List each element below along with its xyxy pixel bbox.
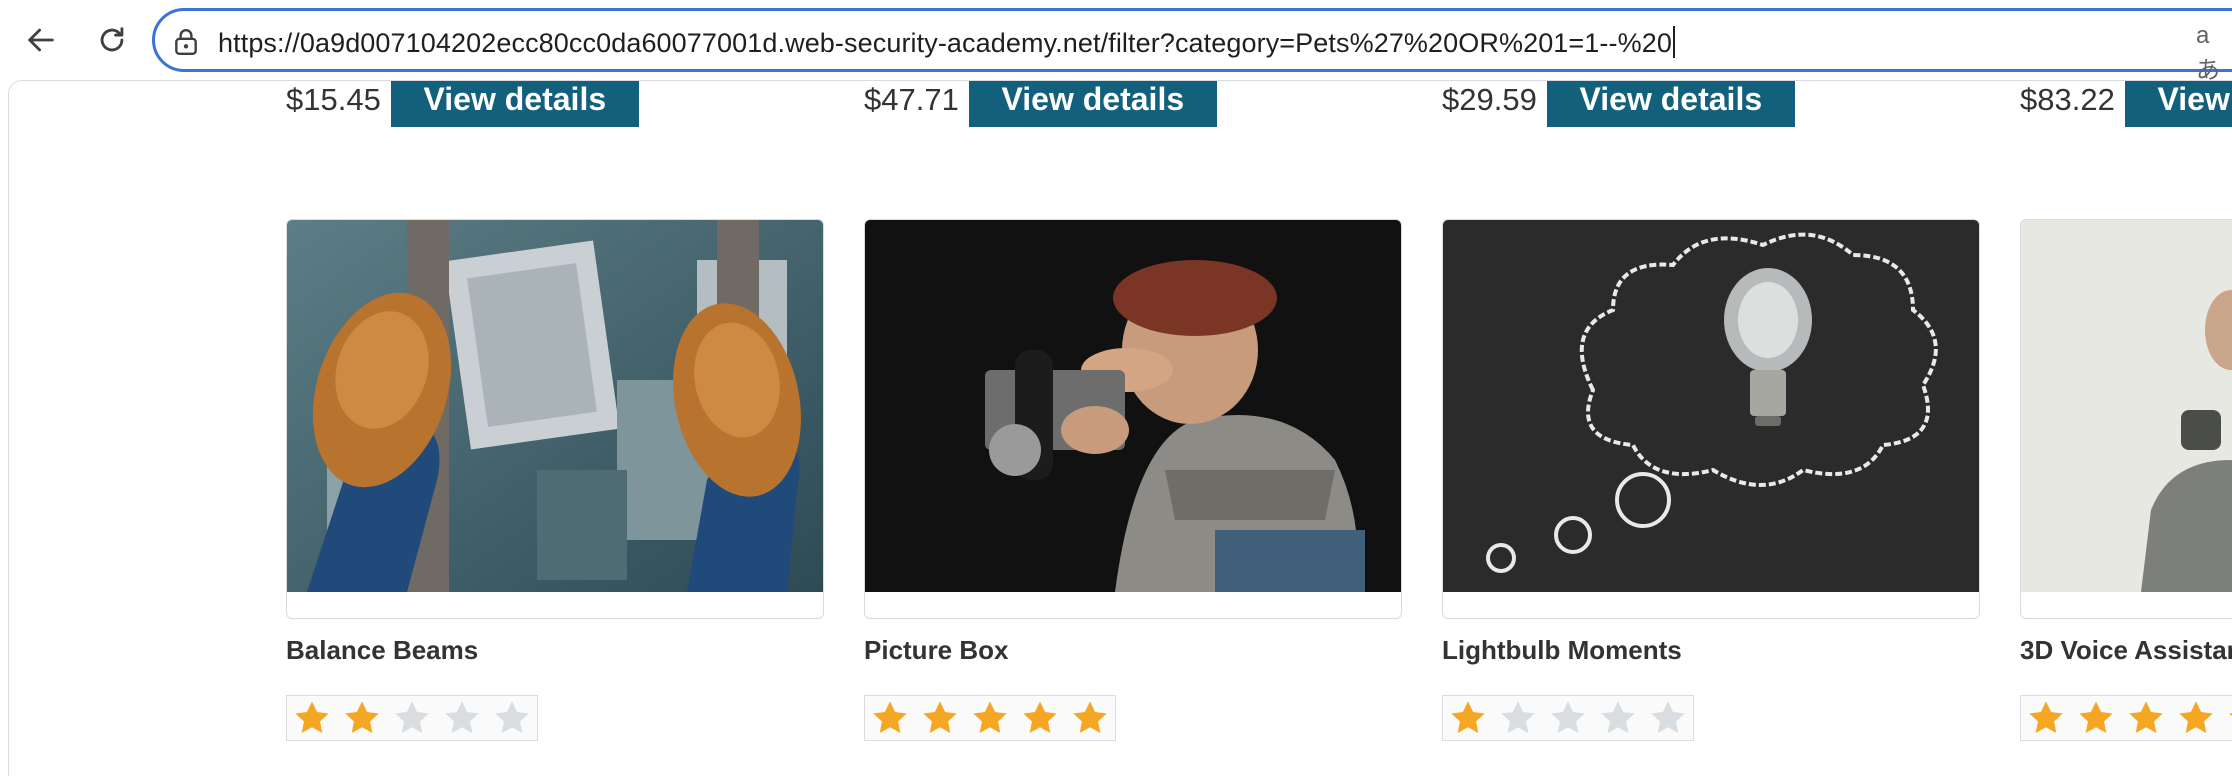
- back-arrow-icon: [28, 28, 54, 52]
- text-caret: [1672, 26, 1675, 58]
- site-info-lock-icon[interactable]: [173, 28, 199, 56]
- star-filled-icon: [341, 697, 383, 739]
- product-image-card[interactable]: [2020, 219, 2232, 619]
- star-filled-icon: [1069, 697, 1111, 739]
- star-empty-icon: [391, 697, 433, 739]
- star-filled-icon: [969, 697, 1011, 739]
- back-button[interactable]: [17, 16, 65, 64]
- product-price: $83.22: [2020, 82, 2115, 117]
- reload-icon: [100, 27, 124, 52]
- star-empty-icon: [491, 697, 533, 739]
- price-row: $83.22 View details: [2020, 81, 2232, 127]
- product-title[interactable]: 3D Voice Assistants: [2020, 635, 2232, 666]
- star-filled-icon: [1447, 697, 1489, 739]
- product-price: $29.59: [1442, 82, 1537, 117]
- star-empty-icon: [441, 697, 483, 739]
- star-rating: [864, 695, 1116, 741]
- product-title[interactable]: Picture Box: [864, 635, 1009, 666]
- view-details-button[interactable]: View details: [1546, 81, 1795, 127]
- star-filled-icon: [2025, 697, 2067, 739]
- star-rating: [1442, 695, 1694, 741]
- star-rating: [2020, 695, 2232, 741]
- product-image-card[interactable]: [1442, 219, 1980, 619]
- view-details-button[interactable]: View details: [968, 81, 1217, 127]
- product-title[interactable]: Balance Beams: [286, 635, 478, 666]
- browser-toolbar: https://0a9d007104202ecc80cc0da60077001d…: [0, 0, 2232, 84]
- url-text[interactable]: https://0a9d007104202ecc80cc0da60077001d…: [218, 26, 1675, 59]
- star-filled-icon: [2225, 697, 2232, 739]
- picture-box-image: [865, 220, 1401, 592]
- star-filled-icon: [2175, 697, 2217, 739]
- price-row: $15.45 View details: [286, 81, 639, 127]
- view-details-button[interactable]: View details: [2124, 81, 2232, 127]
- star-filled-icon: [1019, 697, 1061, 739]
- reload-button[interactable]: [88, 16, 136, 64]
- view-details-button[interactable]: View details: [390, 81, 639, 127]
- address-bar[interactable]: https://0a9d007104202ecc80cc0da60077001d…: [152, 8, 2232, 72]
- product-price: $47.71: [864, 82, 959, 117]
- star-rating: [286, 695, 538, 741]
- product-image-card[interactable]: [864, 219, 1402, 619]
- star-empty-icon: [1647, 697, 1689, 739]
- star-filled-icon: [869, 697, 911, 739]
- product-price: $15.45: [286, 82, 381, 117]
- star-empty-icon: [1497, 697, 1539, 739]
- star-empty-icon: [1597, 697, 1639, 739]
- balance-beams-image: [287, 220, 823, 592]
- star-empty-icon: [1547, 697, 1589, 739]
- star-filled-icon: [291, 697, 333, 739]
- 3d-voice-assistants-image: [2021, 220, 2232, 592]
- star-filled-icon: [2125, 697, 2167, 739]
- page-viewport: $15.45 View details Balance Beams $47.71…: [8, 80, 2232, 776]
- read-aloud-icon[interactable]: aあ: [2196, 22, 2232, 85]
- product-title[interactable]: Lightbulb Moments: [1442, 635, 1682, 666]
- price-row: $47.71 View details: [864, 81, 1217, 127]
- star-filled-icon: [919, 697, 961, 739]
- star-filled-icon: [2075, 697, 2117, 739]
- price-row: $29.59 View details: [1442, 81, 1795, 127]
- url-value: https://0a9d007104202ecc80cc0da60077001d…: [218, 28, 1672, 58]
- lightbulb-moments-image: [1443, 220, 1979, 592]
- product-image-card[interactable]: [286, 219, 824, 619]
